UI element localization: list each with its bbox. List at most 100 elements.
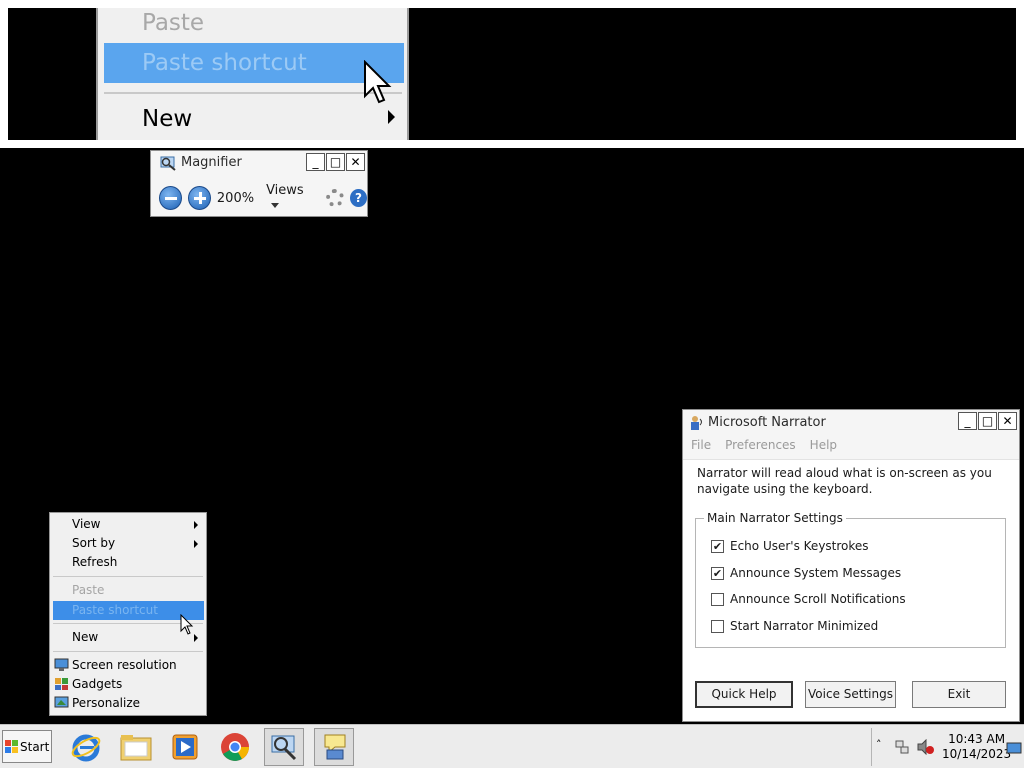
chrome-icon bbox=[221, 733, 249, 761]
magnifier-lens-view: Paste Paste shortcut New bbox=[0, 0, 1024, 148]
magnifier-app-icon bbox=[160, 156, 176, 171]
magnified-area: Paste Paste shortcut New bbox=[8, 8, 1016, 140]
narrator-close-button[interactable]: ✕ bbox=[998, 412, 1017, 430]
magnifier-app-icon bbox=[271, 735, 297, 761]
taskbar-item-media-player[interactable] bbox=[165, 728, 205, 766]
show-hidden-icons-icon[interactable]: ˄ bbox=[876, 738, 882, 751]
menu-preferences[interactable]: Preferences bbox=[725, 436, 796, 459]
taskbar-item-magnifier[interactable] bbox=[264, 728, 304, 766]
menu-item-view[interactable]: View bbox=[50, 515, 206, 534]
magnifier-toolbar: 200% Views ? bbox=[159, 183, 367, 213]
clock-time: 10:43 AM bbox=[948, 732, 1006, 746]
zoomed-paste-shortcut-item: Paste shortcut bbox=[104, 43, 404, 83]
magnifier-minimize-button[interactable]: _ bbox=[306, 153, 325, 171]
personalize-icon bbox=[54, 696, 69, 708]
narrator-window[interactable]: Microsoft Narrator _ □ ✕ File Preference… bbox=[682, 409, 1020, 722]
zoom-out-button[interactable] bbox=[159, 186, 182, 210]
announce-system-messages-label: Announce System Messages bbox=[730, 566, 902, 580]
quick-help-button[interactable]: Quick Help bbox=[695, 681, 793, 708]
narrator-minimize-button[interactable]: _ bbox=[958, 412, 977, 430]
menu-separator bbox=[53, 651, 203, 652]
mouse-cursor-icon bbox=[180, 614, 194, 635]
monitor-icon bbox=[54, 658, 69, 671]
menu-item-personalize-label: Personalize bbox=[72, 696, 141, 710]
magnifier-maximize-button[interactable]: □ bbox=[326, 153, 345, 171]
zoom-level-label: 200% bbox=[216, 190, 255, 206]
narrator-description: Narrator will read aloud what is on-scre… bbox=[697, 466, 992, 496]
menu-item-screen-resolution[interactable]: Screen resolution bbox=[50, 656, 206, 675]
taskbar: Start ˄ 10:43 AM 10/14/2023 bbox=[0, 724, 1024, 768]
volume-muted-icon[interactable] bbox=[916, 739, 934, 755]
start-label: Start bbox=[20, 739, 50, 754]
narrator-menubar: File Preferences Help bbox=[683, 436, 1019, 460]
submenu-arrow-icon bbox=[194, 634, 198, 642]
menu-item-gadgets-label: Gadgets bbox=[72, 677, 123, 691]
voice-settings-button[interactable]: Voice Settings bbox=[805, 681, 896, 708]
zoomed-paste-item: Paste bbox=[142, 10, 205, 36]
announce-system-messages-checkbox[interactable]: ✔ Announce System Messages bbox=[711, 566, 901, 580]
narrator-titlebar[interactable]: Microsoft Narrator _ □ ✕ bbox=[683, 410, 1019, 436]
magnifier-close-button[interactable]: ✕ bbox=[346, 153, 365, 171]
announce-scroll-notifications-checkbox[interactable]: Announce Scroll Notifications bbox=[711, 592, 906, 606]
views-dropdown[interactable]: Views bbox=[266, 183, 314, 213]
file-explorer-icon bbox=[120, 735, 152, 761]
checkbox-unchecked-icon bbox=[711, 619, 724, 633]
submenu-arrow-icon bbox=[194, 521, 198, 529]
show-desktop-icon[interactable] bbox=[1006, 742, 1022, 754]
menu-item-personalize[interactable]: Personalize bbox=[50, 694, 206, 713]
checkbox-unchecked-icon bbox=[711, 592, 724, 606]
taskbar-item-narrator[interactable] bbox=[314, 728, 354, 766]
menu-item-paste[interactable]: Paste bbox=[50, 581, 206, 600]
zoomed-new-label: New bbox=[142, 106, 193, 132]
checkbox-checked-icon: ✔ bbox=[711, 539, 724, 553]
media-player-icon bbox=[172, 734, 198, 760]
menu-item-refresh[interactable]: Refresh bbox=[50, 553, 206, 572]
magnifier-titlebar[interactable]: Magnifier _ □ ✕ bbox=[151, 151, 367, 176]
menu-help[interactable]: Help bbox=[810, 436, 837, 459]
magnifier-window[interactable]: Magnifier _ □ ✕ 200% Views ? bbox=[150, 150, 368, 217]
taskbar-item-chrome[interactable] bbox=[215, 728, 255, 766]
checkbox-checked-icon: ✔ bbox=[711, 566, 724, 580]
menu-separator bbox=[53, 576, 203, 577]
gear-icon[interactable] bbox=[326, 189, 344, 207]
menu-item-view-label: View bbox=[72, 517, 101, 531]
windows-logo-icon bbox=[5, 740, 18, 753]
zoomed-new-item: New bbox=[98, 106, 407, 132]
zoomed-context-menu: Paste Paste shortcut New bbox=[96, 8, 409, 140]
clock-date: 10/14/2023 bbox=[942, 747, 1012, 761]
menu-item-sort-by[interactable]: Sort by bbox=[50, 534, 206, 553]
menu-item-sort-by-label: Sort by bbox=[72, 536, 116, 550]
narrator-title: Microsoft Narrator bbox=[708, 415, 826, 430]
menu-item-gadgets[interactable]: Gadgets bbox=[50, 675, 206, 694]
zoomed-submenu-arrow-icon bbox=[388, 110, 395, 124]
main-settings-group: Main Narrator Settings ✔ Echo User's Key… bbox=[695, 511, 1006, 648]
taskbar-item-internet-explorer[interactable] bbox=[66, 728, 106, 766]
menu-item-refresh-label: Refresh bbox=[72, 555, 118, 569]
help-icon[interactable]: ? bbox=[349, 189, 367, 207]
menu-file[interactable]: File bbox=[691, 436, 711, 459]
menu-item-screen-resolution-label: Screen resolution bbox=[72, 658, 177, 672]
zoom-in-button[interactable] bbox=[187, 186, 211, 210]
start-button[interactable]: Start bbox=[2, 730, 52, 763]
announce-scroll-notifications-label: Announce Scroll Notifications bbox=[730, 592, 906, 606]
echo-keystrokes-label: Echo User's Keystrokes bbox=[730, 539, 869, 553]
narrator-app-icon bbox=[324, 734, 346, 760]
zoomed-separator bbox=[104, 92, 402, 94]
main-settings-legend: Main Narrator Settings bbox=[704, 511, 846, 525]
submenu-arrow-icon bbox=[194, 540, 198, 548]
menu-item-paste-shortcut-label: Paste shortcut bbox=[72, 603, 158, 617]
clock[interactable]: 10:43 AM 10/14/2023 bbox=[942, 732, 1011, 762]
exit-button[interactable]: Exit bbox=[912, 681, 1006, 708]
taskbar-item-file-explorer[interactable] bbox=[116, 728, 156, 766]
network-icon[interactable] bbox=[894, 739, 910, 755]
desktop-context-menu: View Sort by Refresh Paste Paste shortcu… bbox=[49, 512, 207, 716]
views-label: Views bbox=[266, 183, 304, 198]
internet-explorer-icon bbox=[71, 734, 101, 762]
chevron-down-icon bbox=[271, 203, 280, 208]
echo-keystrokes-checkbox[interactable]: ✔ Echo User's Keystrokes bbox=[711, 539, 869, 553]
menu-item-paste-label: Paste bbox=[72, 583, 105, 597]
zoomed-cursor-icon bbox=[364, 60, 392, 104]
narrator-maximize-button[interactable]: □ bbox=[978, 412, 997, 430]
magnifier-title: Magnifier bbox=[181, 155, 242, 170]
start-minimized-checkbox[interactable]: Start Narrator Minimized bbox=[711, 619, 878, 633]
